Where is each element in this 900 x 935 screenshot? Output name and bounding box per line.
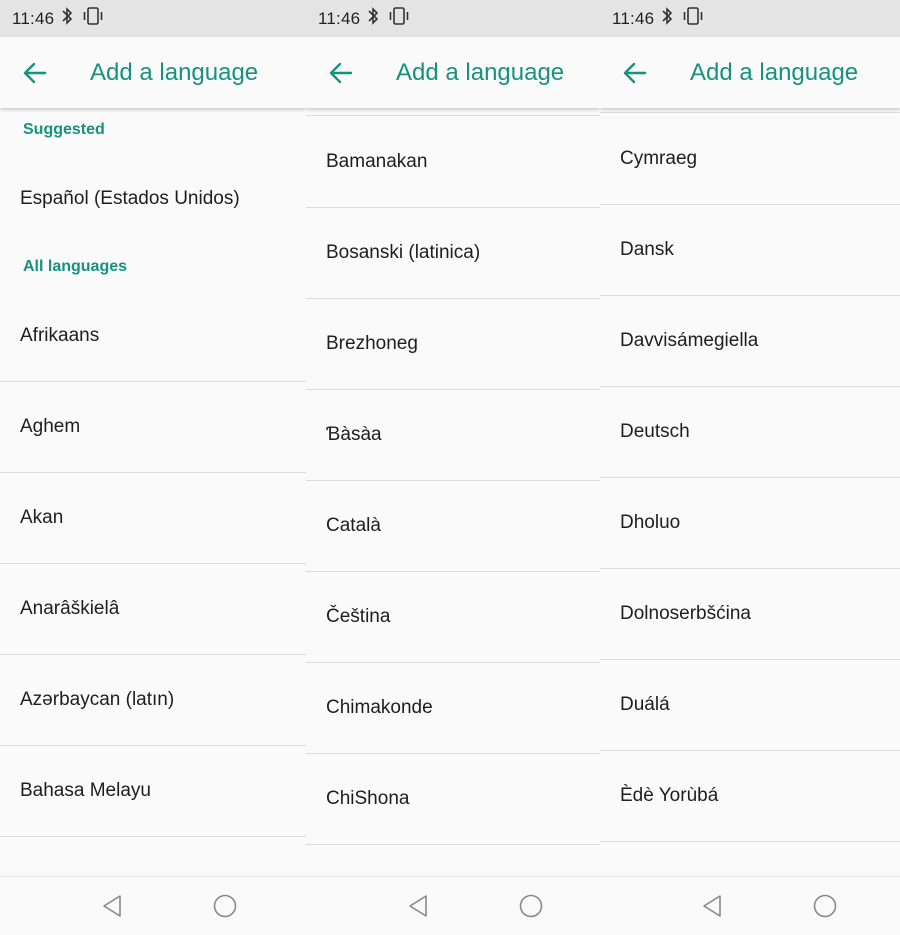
list-item-label: Anarâškielâ	[20, 597, 120, 619]
bluetooth-icon	[366, 6, 380, 31]
nav-back-icon[interactable]	[100, 894, 124, 923]
list-item-label: Español (Estados Unidos)	[20, 187, 240, 209]
all-languages-header: All languages	[23, 258, 128, 275]
list-item[interactable]: Bamanakan	[306, 116, 600, 208]
list-item-label: Bahasa Melayu	[20, 779, 151, 801]
list-item-label: Davvisámegiella	[620, 329, 759, 351]
list-item[interactable]: Cymraeg	[600, 113, 900, 205]
back-arrow-icon[interactable]	[622, 61, 648, 90]
vibrate-icon	[81, 6, 105, 31]
status-bar: 11:46	[600, 0, 900, 37]
list-item[interactable]: Čeština	[306, 571, 600, 663]
list-item-label: Aghem	[20, 415, 81, 437]
list-item[interactable]: Davvisámegiella	[600, 295, 900, 387]
app-bar: Add a language	[306, 37, 600, 108]
list-item-label: Afrikaans	[20, 324, 100, 346]
list-item-label: Èdè Yorùbá	[620, 784, 719, 806]
list-item[interactable]: Bahasa Melayu	[0, 745, 306, 837]
list-item[interactable]: ChiShona	[306, 753, 600, 845]
navigation-bar	[600, 876, 900, 935]
list-item[interactable]: Akan	[0, 472, 306, 564]
list-item-label: Dolnoserbšćina	[620, 602, 751, 624]
list-item-label: Bosanski (latinica)	[326, 241, 481, 263]
list-item-label: Deutsch	[620, 420, 690, 442]
app-bar: Add a language	[600, 37, 900, 108]
list-item[interactable]: Azərbaycan (latın)	[0, 654, 306, 746]
back-arrow-icon[interactable]	[328, 61, 354, 90]
language-list[interactable]: Cymraeg Dansk Davvisámegiella Deutsch Dh…	[600, 108, 900, 877]
app-bar: Add a language	[0, 37, 306, 108]
status-bar: 11:46	[306, 0, 600, 37]
list-item-label: Dansk	[620, 238, 674, 260]
list-item[interactable]: Dansk	[600, 204, 900, 296]
vibrate-icon	[387, 6, 411, 31]
status-time: 11:46	[318, 9, 361, 28]
list-item[interactable]: Afrikaans	[0, 290, 306, 382]
navigation-bar	[306, 876, 600, 935]
list-item[interactable]: Ɓàsàa	[306, 389, 600, 481]
status-bar: 11:46	[0, 0, 306, 37]
back-arrow-icon[interactable]	[22, 61, 48, 90]
list-item-label: Duálá	[620, 693, 670, 715]
page-title: Add a language	[90, 59, 259, 86]
list-item-label: Azərbaycan (latın)	[20, 688, 175, 710]
screen-panel-1: 11:46 Add a language Suggested Español (…	[0, 0, 306, 935]
language-list[interactable]: Suggested Español (Estados Unidos) All l…	[0, 108, 306, 877]
list-item-label: Akan	[20, 506, 64, 528]
suggested-header: Suggested	[23, 121, 105, 138]
nav-back-icon[interactable]	[700, 894, 724, 923]
list-item[interactable]: Brezhoneg	[306, 298, 600, 390]
list-item[interactable]: Deutsch	[600, 386, 900, 478]
nav-back-icon[interactable]	[406, 894, 430, 923]
list-item[interactable]: Èdè Yorùbá	[600, 750, 900, 842]
screenshot-collage: 11:46 Add a language Suggested Español (…	[0, 0, 900, 935]
list-item[interactable]: Dolnoserbšćina	[600, 568, 900, 660]
nav-home-icon[interactable]	[813, 894, 837, 923]
list-item[interactable]: Bosanski (latinica)	[306, 207, 600, 299]
status-time: 11:46	[612, 9, 655, 28]
nav-home-icon[interactable]	[213, 894, 237, 923]
screen-panel-3: 11:46 Add a language Cymraeg Dansk Davvi…	[600, 0, 900, 935]
list-item-label: Cymraeg	[620, 147, 698, 169]
page-title: Add a language	[690, 59, 859, 86]
list-item-label: ChiShona	[326, 787, 410, 809]
screen-panel-2: 11:46 Add a language Bamanakan Bosanski …	[306, 0, 600, 935]
list-item-label: Bamanakan	[326, 150, 428, 172]
bluetooth-icon	[60, 6, 74, 31]
status-time: 11:46	[12, 9, 55, 28]
list-item[interactable]: Dholuo	[600, 477, 900, 569]
bluetooth-icon	[660, 6, 674, 31]
list-item[interactable]: Duálá	[600, 659, 900, 751]
list-item[interactable]: Anarâškielâ	[0, 563, 306, 655]
language-list[interactable]: Bamanakan Bosanski (latinica) Brezhoneg …	[306, 108, 600, 877]
page-title: Add a language	[396, 59, 565, 86]
list-item-label: Čeština	[326, 605, 391, 627]
list-item-label: Brezhoneg	[326, 332, 418, 354]
nav-home-icon[interactable]	[519, 894, 543, 923]
list-item[interactable]: Català	[306, 480, 600, 572]
vibrate-icon	[681, 6, 705, 31]
list-item-label: Chimakonde	[326, 696, 433, 718]
navigation-bar	[0, 876, 306, 935]
list-item-label: Ɓàsàa	[326, 423, 382, 445]
list-item[interactable]: Chimakonde	[306, 662, 600, 754]
list-item-label: Dholuo	[620, 511, 681, 533]
list-item[interactable]: Aghem	[0, 381, 306, 473]
list-item-label: Català	[326, 514, 381, 536]
list-item[interactable]: Español (Estados Unidos)	[0, 153, 306, 244]
